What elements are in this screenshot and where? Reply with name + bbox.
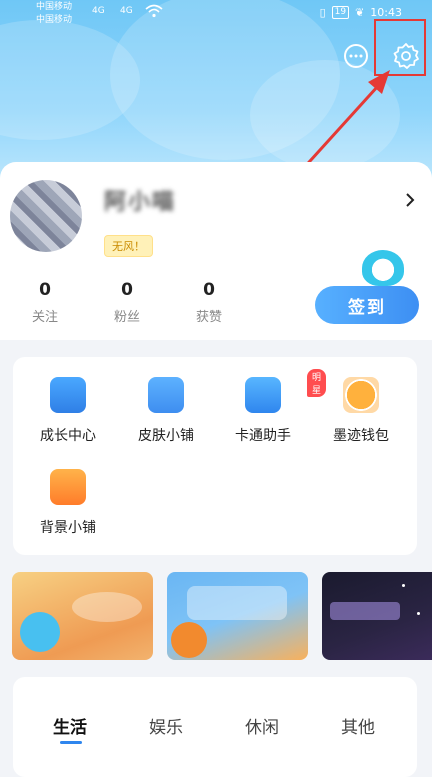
signal-icon: 4G (120, 6, 133, 16)
grid-item-label: 成长中心 (40, 428, 96, 444)
status-bar: 中国移动 中国移动 4G 4G ▯ 19 ❦ 10:43 (0, 0, 432, 30)
wifi-icon (145, 4, 163, 18)
stat-value: 0 (121, 280, 133, 300)
stat-label: 获赞 (195, 310, 222, 325)
stat-fans[interactable]: 0 粉丝 (97, 280, 157, 325)
promo-banner[interactable] (322, 572, 432, 660)
promo-banner[interactable] (12, 572, 153, 660)
status-right: ▯ 19 ❦ 10:43 (320, 6, 402, 19)
tab-leisure[interactable]: 休闲 (245, 713, 279, 738)
grid-item-growth-center[interactable]: 成长中心 (23, 377, 113, 445)
feature-grid: 成长中心 皮肤小铺 明星 卡通助手 墨迹钱包 背景小铺 (13, 357, 417, 555)
user-tag: 无风！ (104, 235, 153, 257)
stat-likes[interactable]: 0 获赞 (179, 280, 239, 325)
banner-decoration (187, 586, 287, 620)
clock-time: 10:43 (370, 6, 402, 19)
profile-card: 阿小喵 无风！ 0 关注 0 粉丝 0 获赞 签到 (0, 162, 432, 340)
checkin-button[interactable]: 签到 (315, 286, 419, 324)
category-tabs: 生活 娱乐 休闲 其他 (13, 677, 417, 777)
grid-item-label: 墨迹钱包 (333, 428, 389, 444)
star-dot (402, 584, 405, 587)
leaf-icon: ❦ (355, 6, 365, 19)
banner-decoration (171, 622, 207, 658)
cloud-face-icon: 明星 (245, 369, 327, 413)
settings-highlight-box (374, 19, 426, 76)
star-dot (417, 612, 420, 615)
battery-icon: 19 (331, 6, 350, 19)
message-icon[interactable] (342, 42, 370, 70)
stat-label: 粉丝 (113, 310, 140, 325)
chevron-right-icon[interactable] (402, 192, 418, 208)
grid-item-label: 卡通助手 (235, 428, 291, 444)
avatar[interactable] (10, 180, 82, 252)
grid-item-skin-shop[interactable]: 皮肤小铺 (121, 377, 211, 445)
active-tab-indicator (60, 741, 82, 744)
shop-icon (50, 469, 86, 505)
mascot-image (20, 612, 60, 652)
promo-banner[interactable] (167, 572, 308, 660)
grid-item-background-shop[interactable]: 背景小铺 (23, 469, 113, 537)
tab-entertainment[interactable]: 娱乐 (149, 713, 183, 738)
tab-life[interactable]: 生活 (53, 713, 87, 738)
stat-value: 0 (203, 280, 215, 300)
document-icon (148, 377, 184, 413)
stat-following[interactable]: 0 关注 (15, 280, 75, 325)
grid-item-label: 背景小铺 (40, 520, 96, 536)
grid-item-wallet[interactable]: 墨迹钱包 (316, 377, 406, 445)
banner-decoration (72, 592, 142, 622)
store-icon (50, 377, 86, 413)
signal-icon: 4G (92, 6, 105, 16)
tab-other[interactable]: 其他 (341, 713, 375, 738)
stat-value: 0 (39, 280, 51, 300)
carrier-label: 中国移动 (36, 2, 73, 12)
pie-icon (343, 377, 379, 413)
cloud-decoration (250, 60, 400, 170)
carrier-label: 中国移动 (36, 15, 73, 25)
vibrate-icon: ▯ (319, 6, 326, 19)
stat-label: 关注 (31, 310, 58, 325)
username[interactable]: 阿小喵 (104, 184, 176, 216)
grid-item-cartoon-assistant[interactable]: 明星 卡通助手 (218, 369, 327, 445)
mascot-image (362, 250, 404, 286)
banner-decoration (330, 602, 400, 620)
grid-item-label: 皮肤小铺 (138, 428, 194, 444)
